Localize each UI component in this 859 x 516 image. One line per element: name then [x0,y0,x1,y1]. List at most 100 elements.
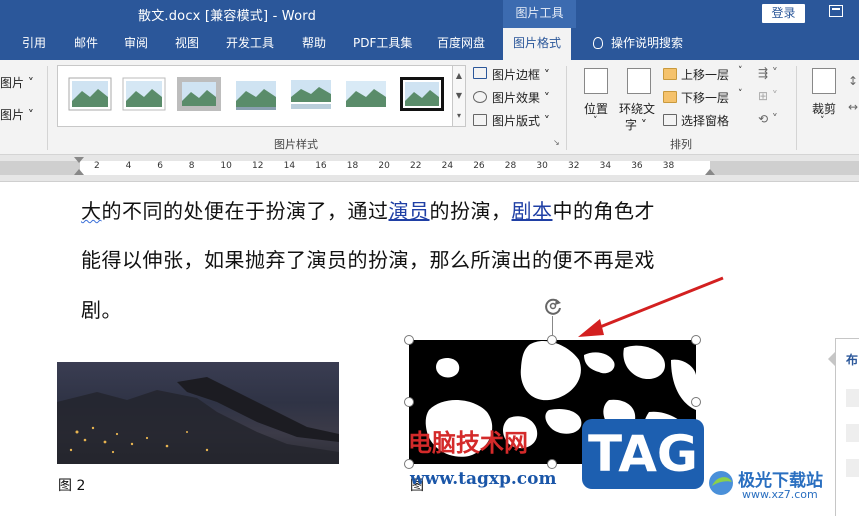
selection-pane-icon [663,114,677,126]
crop-icon [812,68,836,94]
ruler-tick-label: 22 [410,161,422,171]
hanging-indent-marker[interactable] [74,169,84,175]
link-actor[interactable]: 演员 [389,199,430,223]
tab-help[interactable]: 帮助 [302,28,326,60]
dialog-launcher-icon[interactable]: ↘ [553,138,560,147]
resize-handle-bottom-left[interactable] [404,459,414,469]
right-indent-marker[interactable] [705,169,715,175]
picture-style-6[interactable] [344,77,388,111]
pane-option[interactable] [846,424,859,442]
picture-border-icon [473,67,487,79]
ribbon-tab-bar: 引用 邮件 审阅 视图 开发工具 帮助 PDF工具集 百度网盘 图片格式 操作说… [0,28,859,60]
resize-handle-top-center[interactable] [547,335,557,345]
group-separator [566,66,567,150]
paragraph-line-1: 大的不同的处便在于扮演了，通过演员的扮演，剧本中的角色才 [81,195,655,224]
ruler-tick-label: 4 [125,161,132,171]
position-icon [584,68,608,94]
rotation-stem [552,316,553,336]
watermark-url: www.tagxp.com [410,469,557,489]
tab-references[interactable]: 引用 [22,28,46,60]
position-dropdown-arrow[interactable]: ˅ [593,116,598,126]
arrange-group-label: 排列 [670,138,692,151]
document-title: 散文.docx [兼容模式] - Word [138,9,317,24]
tab-mailings[interactable]: 邮件 [74,28,98,60]
picture-styles-gallery [57,65,453,127]
resize-handle-bottom-center[interactable] [547,459,557,469]
align-icon[interactable]: ⇶ ˅ [758,66,778,80]
picture-style-4[interactable] [234,77,278,111]
picture-style-3[interactable] [177,77,221,111]
ruler-text-area [80,161,710,175]
ruler-margin-right [710,161,859,175]
picture-tools-label: 图片工具 [503,0,576,28]
size-height-icon[interactable]: ↕ [848,74,858,88]
tab-baidu-netdisk[interactable]: 百度网盘 [437,28,485,60]
ruler-tick-label: 16 [315,161,327,171]
picture-style-2[interactable] [122,77,166,111]
gallery-down-icon[interactable]: ▼ [453,86,465,106]
ruler-tick-label: 38 [662,161,675,171]
tab-review[interactable]: 审阅 [124,28,148,60]
tab-view[interactable]: 视图 [175,28,199,60]
rotate-handle-icon[interactable] [542,295,564,317]
wrap-text-button-line2[interactable]: 字 ˅ [625,116,647,133]
night-city-image[interactable] [57,362,339,464]
paragraph-line-3: 剧。 [81,298,122,322]
title-bar: 散文.docx [兼容模式] - Word 图片工具 登录 [0,0,859,28]
ruler-tick-label: 20 [378,161,390,171]
send-backward-button[interactable]: 下移一层 [681,89,729,106]
horizontal-ruler[interactable]: 2 4 6 8 10 12 14 16 18 20 22 24 26 28 30 32 34 36 38 [0,155,859,182]
gallery-up-icon[interactable]: ▲ [453,66,465,86]
night-city-graphic [57,377,339,464]
picture-border-button[interactable]: 图片边框 ˅ [492,66,550,83]
left-cut-command-2[interactable]: 图片 ˅ [0,106,34,123]
bring-forward-button[interactable]: 上移一层 [681,66,729,83]
watermark-cn-text: 电脑技术网 [408,429,528,457]
ruler-margin-left [0,161,80,175]
restore-window-icon[interactable] [829,5,843,17]
tell-me-search[interactable]: 操作说明搜索 [593,28,683,60]
bring-forward-arrow[interactable]: ˅ [738,66,743,76]
gallery-scroll[interactable]: ▲ ▼ ▾ [453,65,466,127]
left-cut-command-1[interactable]: 图片 ˅ [0,74,34,91]
tab-pdf-tools[interactable]: PDF工具集 [353,28,412,60]
tab-developer[interactable]: 开发工具 [226,28,274,60]
picture-layout-button[interactable]: 图片版式 ˅ [492,112,550,129]
document-page[interactable]: 大的不同的处便在于扮演了，通过演员的扮演，剧本中的角色才 能得以伸张，如果抛弃了… [0,183,859,516]
position-button[interactable]: 位置 [584,100,608,117]
login-button[interactable]: 登录 [762,4,805,23]
ruler-tick-label: 32 [568,161,580,171]
selection-pane-button[interactable]: 选择窗格 [681,112,729,129]
picture-style-5[interactable] [289,77,333,111]
picture-style-7[interactable] [400,77,444,111]
resize-handle-middle-left[interactable] [404,397,414,407]
ruler-tick-label: 8 [188,161,195,171]
rotate-icon[interactable]: ⟲ ˅ [758,112,778,126]
group-separator [796,66,797,150]
picture-layout-icon [473,114,487,126]
picture-effects-button[interactable]: 图片效果 ˅ [492,89,550,106]
crop-dropdown-arrow[interactable]: ˅ [820,116,825,126]
picture-style-1[interactable] [68,77,112,111]
group-icon[interactable]: ⊞ ˅ [758,89,778,103]
ruler-tick-label: 18 [346,161,359,171]
send-backward-icon [663,91,677,103]
ruler-tick-label: 14 [283,161,296,171]
gallery-more-icon[interactable]: ▾ [453,106,465,126]
tab-picture-format[interactable]: 图片格式 [503,28,572,60]
ruler-tick-label: 26 [473,161,485,171]
ruler-tick-label: 2 [94,161,100,171]
size-width-icon[interactable]: ↔ [848,100,858,114]
link-script[interactable]: 剧本 [512,199,553,223]
ruler-tick-label: 24 [441,161,454,171]
xz7-swirl-icon [709,471,733,495]
pane-option[interactable] [846,389,859,407]
first-line-indent-marker[interactable] [74,157,84,163]
wrap-text-button[interactable]: 环绕文 [619,100,655,117]
text-run: 的扮演， [429,199,512,223]
send-backward-arrow[interactable]: ˅ [738,89,743,99]
watermark-tag-logo: TAG [582,419,704,489]
resize-handle-middle-right[interactable] [691,397,701,407]
crop-button[interactable]: 裁剪 [812,100,836,117]
resize-handle-top-left[interactable] [404,335,414,345]
